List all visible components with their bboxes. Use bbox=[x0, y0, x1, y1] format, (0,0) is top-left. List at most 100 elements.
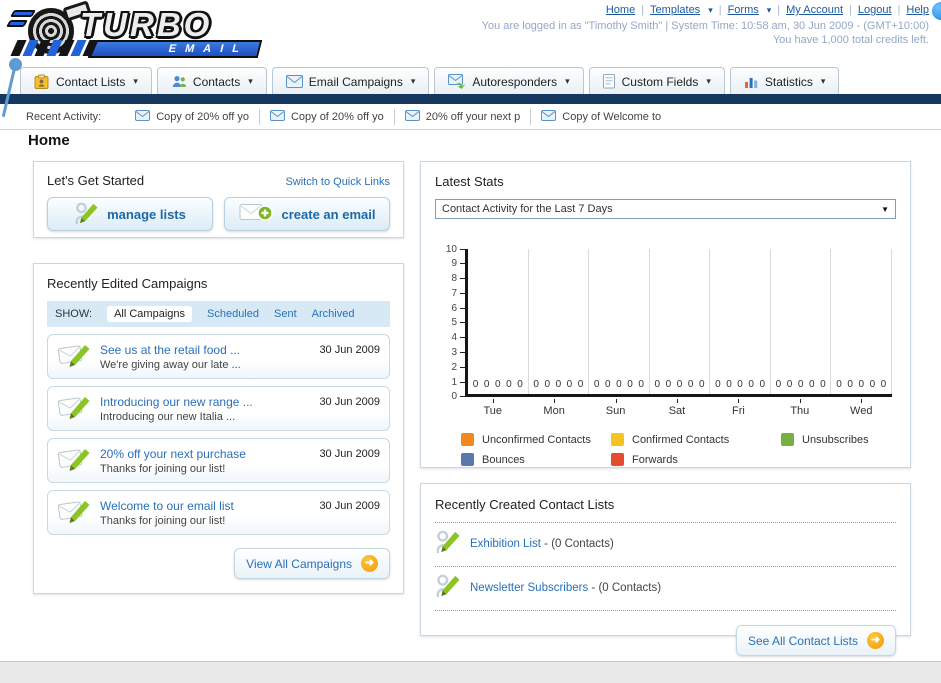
data-value-label: 0 bbox=[715, 379, 721, 390]
page-footer-strip bbox=[0, 662, 941, 683]
contact-list-name-link[interactable]: Newsletter Subscribers bbox=[470, 582, 588, 594]
header-link-templates[interactable]: Templates bbox=[650, 4, 700, 16]
header-link-help[interactable]: Help bbox=[906, 4, 929, 16]
recent-activity-item-label: 20% off your next p bbox=[425, 110, 521, 123]
flame-icon bbox=[5, 20, 29, 27]
manage-lists-button[interactable]: manage lists bbox=[47, 197, 213, 231]
stats-period-value: Contact Activity for the Last 7 Days bbox=[442, 203, 613, 215]
filter-all-campaigns[interactable]: All Campaigns bbox=[107, 306, 192, 322]
campaign-date: 30 Jun 2009 bbox=[319, 500, 380, 512]
recent-activity-item-label: Copy of 20% off yo bbox=[156, 110, 249, 123]
tab-autoresponders[interactable]: Autoresponders ▾ bbox=[434, 67, 584, 95]
campaign-title-link[interactable]: Introducing our new range ... bbox=[100, 395, 310, 409]
legend-swatch-icon bbox=[781, 433, 794, 446]
data-value-label: 0 bbox=[797, 379, 804, 390]
campaign-list-item[interactable]: 20% off your next purchase Thanks for joi… bbox=[47, 438, 390, 483]
tab-label: Contact Lists bbox=[56, 74, 126, 89]
data-value-label: 0 bbox=[808, 379, 815, 390]
y-tick-label: 1 bbox=[451, 376, 457, 388]
legend-swatch-icon bbox=[611, 433, 624, 446]
recent-activity-item[interactable]: Copy of 20% off yo bbox=[125, 108, 260, 125]
campaign-list-item[interactable]: Introducing our new range ... Introducing… bbox=[47, 386, 390, 431]
campaign-list-item[interactable]: Welcome to our email list Thanks for join… bbox=[47, 490, 390, 535]
page-title: Home bbox=[28, 132, 70, 149]
header-link-forms[interactable]: Forms bbox=[728, 4, 759, 16]
recent-activity-item[interactable]: Copy of Welcome to bbox=[531, 109, 671, 125]
tab-email-campaigns[interactable]: Email Campaigns ▾ bbox=[271, 67, 430, 95]
y-tick-label: 2 bbox=[451, 361, 457, 373]
data-value-label: 0 bbox=[555, 379, 562, 390]
help-bubble-icon[interactable] bbox=[932, 2, 941, 20]
legend-item: Unsubscribes bbox=[781, 433, 896, 446]
recent-activity-label: Recent Activity: bbox=[26, 110, 102, 123]
recent-activity-item-label: Copy of 20% off yo bbox=[290, 110, 384, 123]
data-value-label: 0 bbox=[638, 379, 644, 390]
envelope-pencil-icon bbox=[57, 496, 91, 529]
person-pencil-icon bbox=[74, 200, 98, 229]
recent-activity-item[interactable]: 20% off your next p bbox=[395, 108, 532, 125]
x-tick-label: Sat bbox=[646, 399, 707, 417]
data-value-label: 0 bbox=[472, 379, 479, 390]
chart-x-axis: Tue Mon Sun Sat Fri Thu Wed bbox=[462, 399, 892, 417]
header-link-home[interactable]: Home bbox=[606, 4, 635, 16]
see-all-contact-lists-button[interactable]: See All Contact Lists ➜ bbox=[735, 625, 896, 656]
tab-contacts[interactable]: Contacts ▾ bbox=[156, 67, 267, 95]
chevron-down-icon: ▾ bbox=[820, 76, 826, 86]
x-tick-label: Mon bbox=[523, 399, 584, 417]
contact-list-item[interactable]: Exhibition List - (0 Contacts) bbox=[435, 523, 896, 567]
campaign-subtitle: We're giving away our late ... bbox=[100, 358, 241, 371]
contact-list-count: - (0 Contacts) bbox=[540, 538, 614, 550]
data-value-label: 0 bbox=[698, 379, 705, 390]
tab-statistics[interactable]: Statistics ▾ bbox=[729, 67, 840, 95]
header-link-logout[interactable]: Logout bbox=[858, 4, 892, 16]
filter-scheduled[interactable]: Scheduled bbox=[207, 308, 259, 320]
legend-label: Unconfirmed Contacts bbox=[482, 433, 591, 446]
legend-item: Confirmed Contacts bbox=[611, 433, 781, 446]
envelope-pencil-icon bbox=[57, 340, 91, 373]
campaign-title-link[interactable]: 20% off your next purchase bbox=[100, 447, 310, 461]
switch-quick-links-link[interactable]: Switch to Quick Links bbox=[285, 176, 390, 188]
logo-subtitle: EMAIL bbox=[87, 40, 263, 58]
tab-custom-fields[interactable]: Custom Fields ▾ bbox=[588, 67, 725, 95]
data-value-label: 0 bbox=[737, 379, 743, 390]
tab-contact-lists[interactable]: Contact Lists ▾ bbox=[20, 67, 152, 95]
recent-activity-item[interactable]: Copy of 20% off yo bbox=[260, 108, 395, 125]
create-email-button[interactable]: create an email bbox=[224, 197, 390, 231]
main-nav-tabs: Contact Lists ▾ Contacts ▾ Email Campaigns ▾ A… bbox=[0, 66, 941, 95]
filter-archived[interactable]: Archived bbox=[312, 308, 355, 320]
chart-category-group: 00000 bbox=[529, 249, 590, 394]
x-tick-label: Wed bbox=[831, 399, 892, 417]
person-pencil-icon bbox=[435, 528, 460, 560]
data-value-label: 0 bbox=[533, 379, 539, 390]
campaign-filter-bar: SHOW: All Campaigns Scheduled Sent Archived bbox=[47, 301, 390, 327]
campaign-title-link[interactable]: Welcome to our email list bbox=[100, 499, 310, 513]
campaigns-title: Recently Edited Campaigns bbox=[47, 276, 208, 291]
link-separator: | bbox=[641, 4, 645, 16]
get-started-title: Let's Get Started bbox=[47, 173, 145, 188]
contact-list-item[interactable]: Newsletter Subscribers - (0 Contacts) bbox=[435, 567, 896, 611]
view-all-campaigns-button[interactable]: View All Campaigns ➜ bbox=[234, 548, 390, 579]
data-value-label: 0 bbox=[494, 379, 501, 390]
header-link-my-account[interactable]: My Account bbox=[786, 4, 843, 16]
contact-list-count: - (0 Contacts) bbox=[588, 582, 662, 594]
filter-sent[interactable]: Sent bbox=[274, 308, 297, 320]
data-value-label: 0 bbox=[506, 379, 512, 390]
legend-item: Forwards bbox=[611, 453, 781, 466]
arrow-right-icon: ➜ bbox=[867, 632, 884, 649]
contact-lists-title: Recently Created Contact Lists bbox=[435, 497, 615, 512]
latest-stats-panel: Latest Stats Contact Activity for the La… bbox=[420, 161, 911, 468]
contact-list-name-link[interactable]: Exhibition List bbox=[470, 538, 541, 550]
data-value-label: 0 bbox=[654, 379, 661, 390]
y-tick-label: 5 bbox=[451, 317, 457, 329]
stats-period-select[interactable]: Contact Activity for the Last 7 Days ▼ bbox=[435, 199, 896, 219]
legend-swatch-icon bbox=[461, 453, 474, 466]
chart-category-group: 00000 bbox=[710, 249, 771, 394]
legend-swatch-icon bbox=[611, 453, 624, 466]
autoresponders-icon bbox=[448, 74, 466, 89]
data-value-label: 0 bbox=[577, 379, 584, 390]
campaign-title-link[interactable]: See us at the retail food ... bbox=[100, 343, 310, 357]
legend-label: Forwards bbox=[632, 453, 678, 466]
campaign-list-item[interactable]: See us at the retail food ... We're givin… bbox=[47, 334, 390, 379]
envelope-icon bbox=[541, 109, 557, 124]
chevron-down-icon: ▾ bbox=[565, 76, 570, 86]
